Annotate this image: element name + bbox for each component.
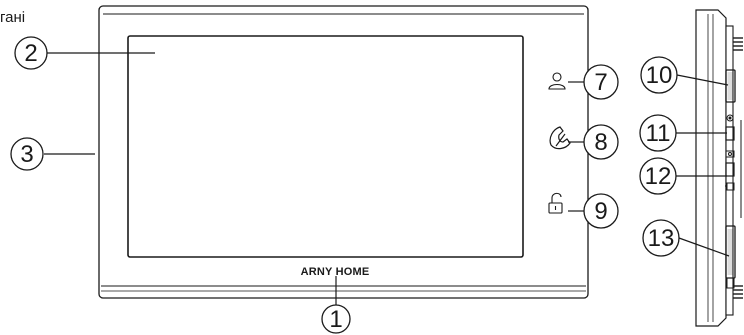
corner-text-fragment: гані [0, 9, 25, 26]
callout-2: 2 [14, 36, 48, 70]
brand-label: ARNY HOME [301, 266, 370, 278]
svg-text:9: 9 [594, 198, 607, 225]
svg-text:7: 7 [594, 69, 607, 96]
callout-11: 11 [639, 114, 677, 152]
monitor-screen [127, 35, 524, 258]
svg-text:2: 2 [24, 40, 37, 67]
rear-ribs-top [733, 37, 743, 51]
callout-8: 8 [583, 124, 619, 160]
side-body-outline [695, 9, 727, 327]
svg-text:3: 3 [20, 141, 33, 168]
callout-9: 9 [583, 193, 619, 229]
monitor-side-view [695, 9, 743, 327]
monitor-front-view: ARNY HOME [98, 5, 589, 299]
callout-3: 3 [10, 137, 44, 171]
svg-text:1: 1 [329, 306, 342, 333]
callout-1: 1 [321, 304, 351, 334]
callout-13: 13 [642, 219, 680, 257]
intercom-monitor-diagram: гані ARNY HOME 1 2 3 7 8 9 10 11 12 13 [0, 5, 743, 334]
svg-text:12: 12 [645, 163, 672, 190]
svg-text:8: 8 [594, 129, 607, 156]
callout-10: 10 [640, 56, 678, 94]
svg-text:13: 13 [648, 225, 675, 252]
callout-12: 12 [639, 157, 677, 195]
svg-text:10: 10 [646, 62, 673, 89]
callout-7: 7 [583, 64, 619, 100]
svg-text:11: 11 [646, 120, 671, 147]
